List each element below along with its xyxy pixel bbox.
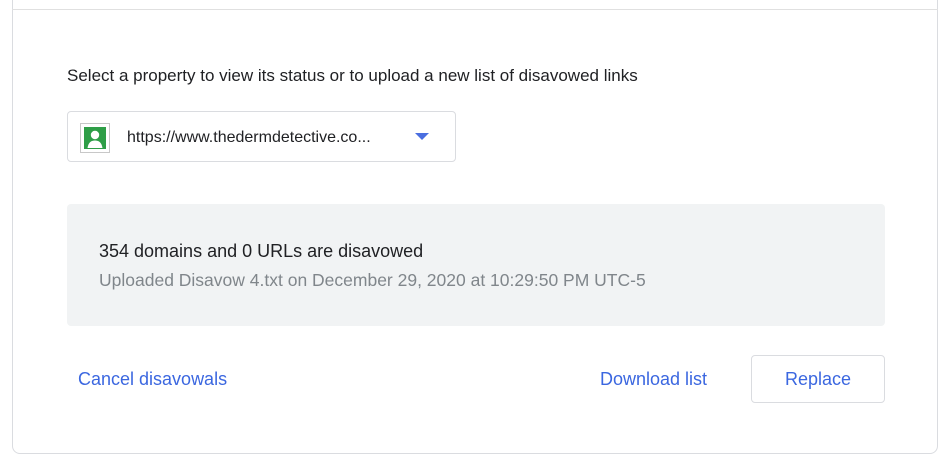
instruction-text: Select a property to view its status or …: [67, 66, 638, 85]
property-person-icon: [80, 123, 110, 153]
cancel-disavowals-button[interactable]: Cancel disavowals: [78, 369, 227, 390]
chevron-down-icon[interactable]: [415, 133, 429, 140]
property-selector[interactable]: https://www.thedermdetective.co...: [67, 111, 456, 162]
property-url: https://www.thedermdetective.co...: [127, 129, 371, 146]
upload-detail: Uploaded Disavow 4.txt on December 29, 2…: [99, 270, 646, 290]
top-divider: [12, 9, 938, 10]
replace-button[interactable]: Replace: [751, 355, 885, 403]
download-list-button[interactable]: Download list: [600, 369, 707, 390]
disavow-status-panel: 354 domains and 0 URLs are disavowed Upl…: [67, 204, 885, 326]
disavow-summary: 354 domains and 0 URLs are disavowed: [99, 241, 424, 261]
